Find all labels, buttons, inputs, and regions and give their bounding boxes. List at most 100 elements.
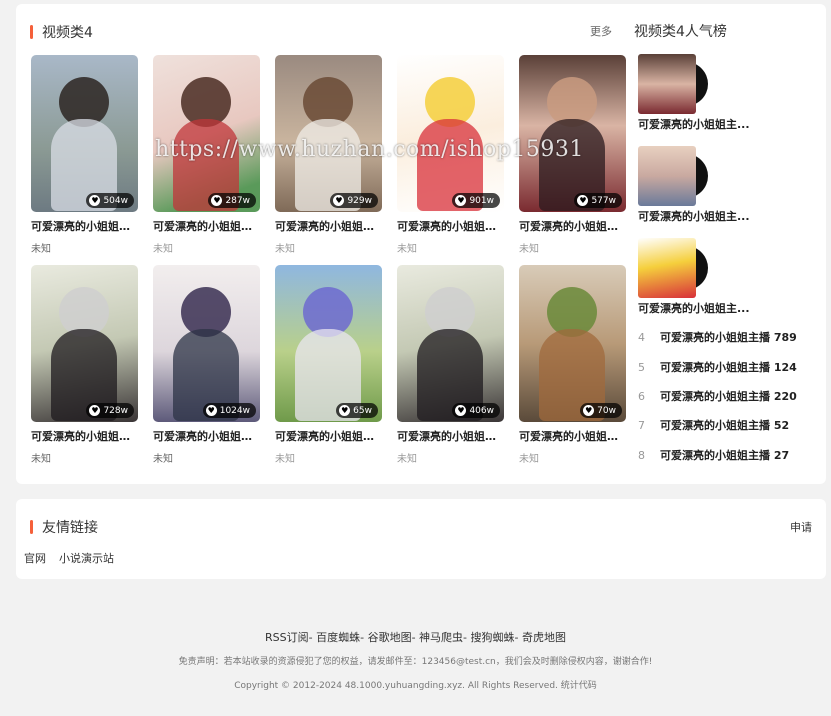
friend-link[interactable]: 官网 — [24, 550, 46, 566]
video-title[interactable]: 可爱漂亮的小姐姐主播 — [519, 218, 626, 234]
rank-list-item[interactable]: 7 可爱漂亮的小姐姐主播 52 — [638, 417, 789, 433]
rank-number: 8 — [638, 448, 645, 462]
video-thumbnail[interactable]: ♥ 504w — [31, 55, 138, 212]
video-card[interactable]: ♥ 70w 可爱漂亮的小姐姐主播 未知 — [519, 265, 626, 465]
video-card[interactable]: ♥ 504w 可爱漂亮的小姐姐主播 未知 — [31, 55, 138, 255]
heart-icon: ♥ — [333, 195, 345, 206]
video-card[interactable]: ♥ 728w 可爱漂亮的小姐姐主播 未知 — [31, 265, 138, 465]
heart-icon: ♥ — [583, 405, 595, 416]
video-thumbnail[interactable]: ♥ 929w — [275, 55, 382, 212]
section-header: 视频类4 — [30, 22, 93, 42]
rank-number: 7 — [638, 418, 645, 432]
video-title[interactable]: 可爱漂亮的小姐姐主播 — [153, 218, 260, 234]
section-title: 友情链接 — [42, 520, 98, 536]
rank-number: 4 — [638, 330, 645, 344]
video-card[interactable]: ♥ 287w 可爱漂亮的小姐姐主播 未知 — [153, 55, 260, 255]
video-subtitle: 未知 — [397, 454, 417, 465]
video-title[interactable]: 可爱漂亮的小姐姐主播 — [275, 428, 382, 444]
video-thumbnail[interactable]: ♥ 65w — [275, 265, 382, 422]
rank-item-title[interactable]: 可爱漂亮的小姐姐主播 124 — [660, 359, 797, 375]
video-card[interactable]: ♥ 406w 可爱漂亮的小姐姐主播 未知 — [397, 265, 504, 465]
video-subtitle: 未知 — [153, 454, 173, 465]
video-title[interactable]: 可爱漂亮的小姐姐主播 — [397, 428, 504, 444]
video-thumbnail[interactable]: ♥ 287w — [153, 55, 260, 212]
video-card[interactable]: ♥ 577w 可爱漂亮的小姐姐主播 未知 — [519, 55, 626, 255]
heart-icon: ♥ — [455, 405, 467, 416]
rank-thumbnail[interactable] — [638, 238, 708, 298]
video-thumbnail[interactable]: ♥ 577w — [519, 55, 626, 212]
video-thumbnail[interactable]: ♥ 901w — [397, 55, 504, 212]
video-card[interactable]: ♥ 929w 可爱漂亮的小姐姐主播 未知 — [275, 55, 382, 255]
rank-item-title[interactable]: 可爱漂亮的小姐姐主播 27 — [660, 447, 789, 463]
heart-icon: ♥ — [89, 195, 101, 206]
video-title[interactable]: 可爱漂亮的小姐姐主播 — [519, 428, 626, 444]
rank-list-item[interactable]: 6 可爱漂亮的小姐姐主播 220 — [638, 388, 797, 404]
footer: RSS订阅- 百度蜘蛛- 谷歌地图- 神马爬虫- 搜狗蜘蛛- 奇虎地图 免责声明… — [0, 594, 831, 716]
rank-top-title[interactable]: 可爱漂亮的小姐姐主... — [638, 208, 750, 224]
likes-badge: ♥ 901w — [452, 193, 500, 208]
likes-badge: ♥ 1024w — [202, 403, 256, 418]
footer-nav[interactable]: RSS订阅- 百度蜘蛛- 谷歌地图- 神马爬虫- 搜狗蜘蛛- 奇虎地图 — [0, 629, 831, 645]
video-card[interactable]: ♥ 65w 可爱漂亮的小姐姐主播 未知 — [275, 265, 382, 465]
video-subtitle: 未知 — [397, 244, 417, 255]
likes-badge: ♥ 728w — [86, 403, 134, 418]
video-subtitle: 未知 — [153, 244, 173, 255]
video-subtitle: 未知 — [275, 244, 295, 255]
heart-icon: ♥ — [205, 405, 217, 416]
video-title[interactable]: 可爱漂亮的小姐姐主播 — [31, 218, 138, 234]
likes-badge: ♥ 504w — [86, 193, 134, 208]
more-link[interactable]: 更多 — [590, 23, 612, 39]
video-title[interactable]: 可爱漂亮的小姐姐主播 — [275, 218, 382, 234]
rank-list-item[interactable]: 4 可爱漂亮的小姐姐主播 789 — [638, 329, 797, 345]
rank-thumbnail[interactable] — [638, 54, 708, 114]
section-title: 视频类4 — [42, 25, 93, 41]
apply-link[interactable]: 申请 — [790, 519, 812, 535]
accent-bar — [30, 520, 33, 534]
likes-badge: ♥ 287w — [208, 193, 256, 208]
likes-badge: ♥ 65w — [336, 403, 378, 418]
video-subtitle: 未知 — [275, 454, 295, 465]
footer-copyright: Copyright © 2012-2024 48.1000.yuhuangdin… — [234, 681, 597, 691]
rank-item-title[interactable]: 可爱漂亮的小姐姐主播 220 — [660, 388, 797, 404]
video-thumbnail[interactable]: ♥ 406w — [397, 265, 504, 422]
rank-top-item[interactable]: 可爱漂亮的小姐姐主... — [638, 146, 750, 224]
video-card[interactable]: ♥ 901w 可爱漂亮的小姐姐主播 未知 — [397, 55, 504, 255]
video-section-card: 视频类4 更多 视频类4人气榜 ♥ 504w 可爱漂亮的小姐姐主播 未知 ♥ 287… — [16, 4, 826, 484]
rank-title: 视频类4人气榜 — [634, 24, 727, 40]
likes-badge: ♥ 929w — [330, 193, 378, 208]
rank-number: 5 — [638, 360, 645, 374]
video-thumbnail[interactable]: ♥ 728w — [31, 265, 138, 422]
video-title[interactable]: 可爱漂亮的小姐姐主播 — [397, 218, 504, 234]
video-subtitle: 未知 — [31, 244, 51, 255]
rank-list-item[interactable]: 8 可爱漂亮的小姐姐主播 27 — [638, 447, 789, 463]
rank-top-item[interactable]: 可爱漂亮的小姐姐主... — [638, 54, 750, 132]
likes-badge: ♥ 577w — [574, 193, 622, 208]
video-subtitle: 未知 — [519, 454, 539, 465]
video-subtitle: 未知 — [519, 244, 539, 255]
rank-item-title[interactable]: 可爱漂亮的小姐姐主播 789 — [660, 329, 797, 345]
rank-top-item[interactable]: 可爱漂亮的小姐姐主... — [638, 238, 750, 316]
video-thumbnail[interactable]: ♥ 1024w — [153, 265, 260, 422]
video-title[interactable]: 可爱漂亮的小姐姐主播 — [31, 428, 138, 444]
video-title[interactable]: 可爱漂亮的小姐姐主播 — [153, 428, 260, 444]
rank-thumbnail[interactable] — [638, 146, 708, 206]
accent-bar — [30, 25, 33, 39]
rank-list-item[interactable]: 5 可爱漂亮的小姐姐主播 124 — [638, 359, 797, 375]
friend-links-card: 友情链接 申请 官网 小说演示站 — [16, 499, 826, 579]
heart-icon: ♥ — [455, 195, 467, 206]
video-thumbnail[interactable]: ♥ 70w — [519, 265, 626, 422]
section-header: 友情链接 — [30, 517, 98, 537]
video-card[interactable]: ♥ 1024w 可爱漂亮的小姐姐主播 未知 — [153, 265, 260, 465]
heart-icon: ♥ — [89, 405, 101, 416]
rank-number: 6 — [638, 389, 645, 403]
heart-icon: ♥ — [339, 405, 351, 416]
rank-top-title[interactable]: 可爱漂亮的小姐姐主... — [638, 300, 750, 316]
likes-badge: ♥ 70w — [580, 403, 622, 418]
rank-top-title[interactable]: 可爱漂亮的小姐姐主... — [638, 116, 750, 132]
video-subtitle: 未知 — [31, 454, 51, 465]
rank-item-title[interactable]: 可爱漂亮的小姐姐主播 52 — [660, 417, 789, 433]
friend-link[interactable]: 小说演示站 — [59, 550, 114, 566]
heart-icon: ♥ — [577, 195, 589, 206]
footer-disclaimer: 免责声明：若本站收录的资源侵犯了您的权益，请发邮件至：123456@test.c… — [178, 657, 653, 667]
likes-badge: ♥ 406w — [452, 403, 500, 418]
